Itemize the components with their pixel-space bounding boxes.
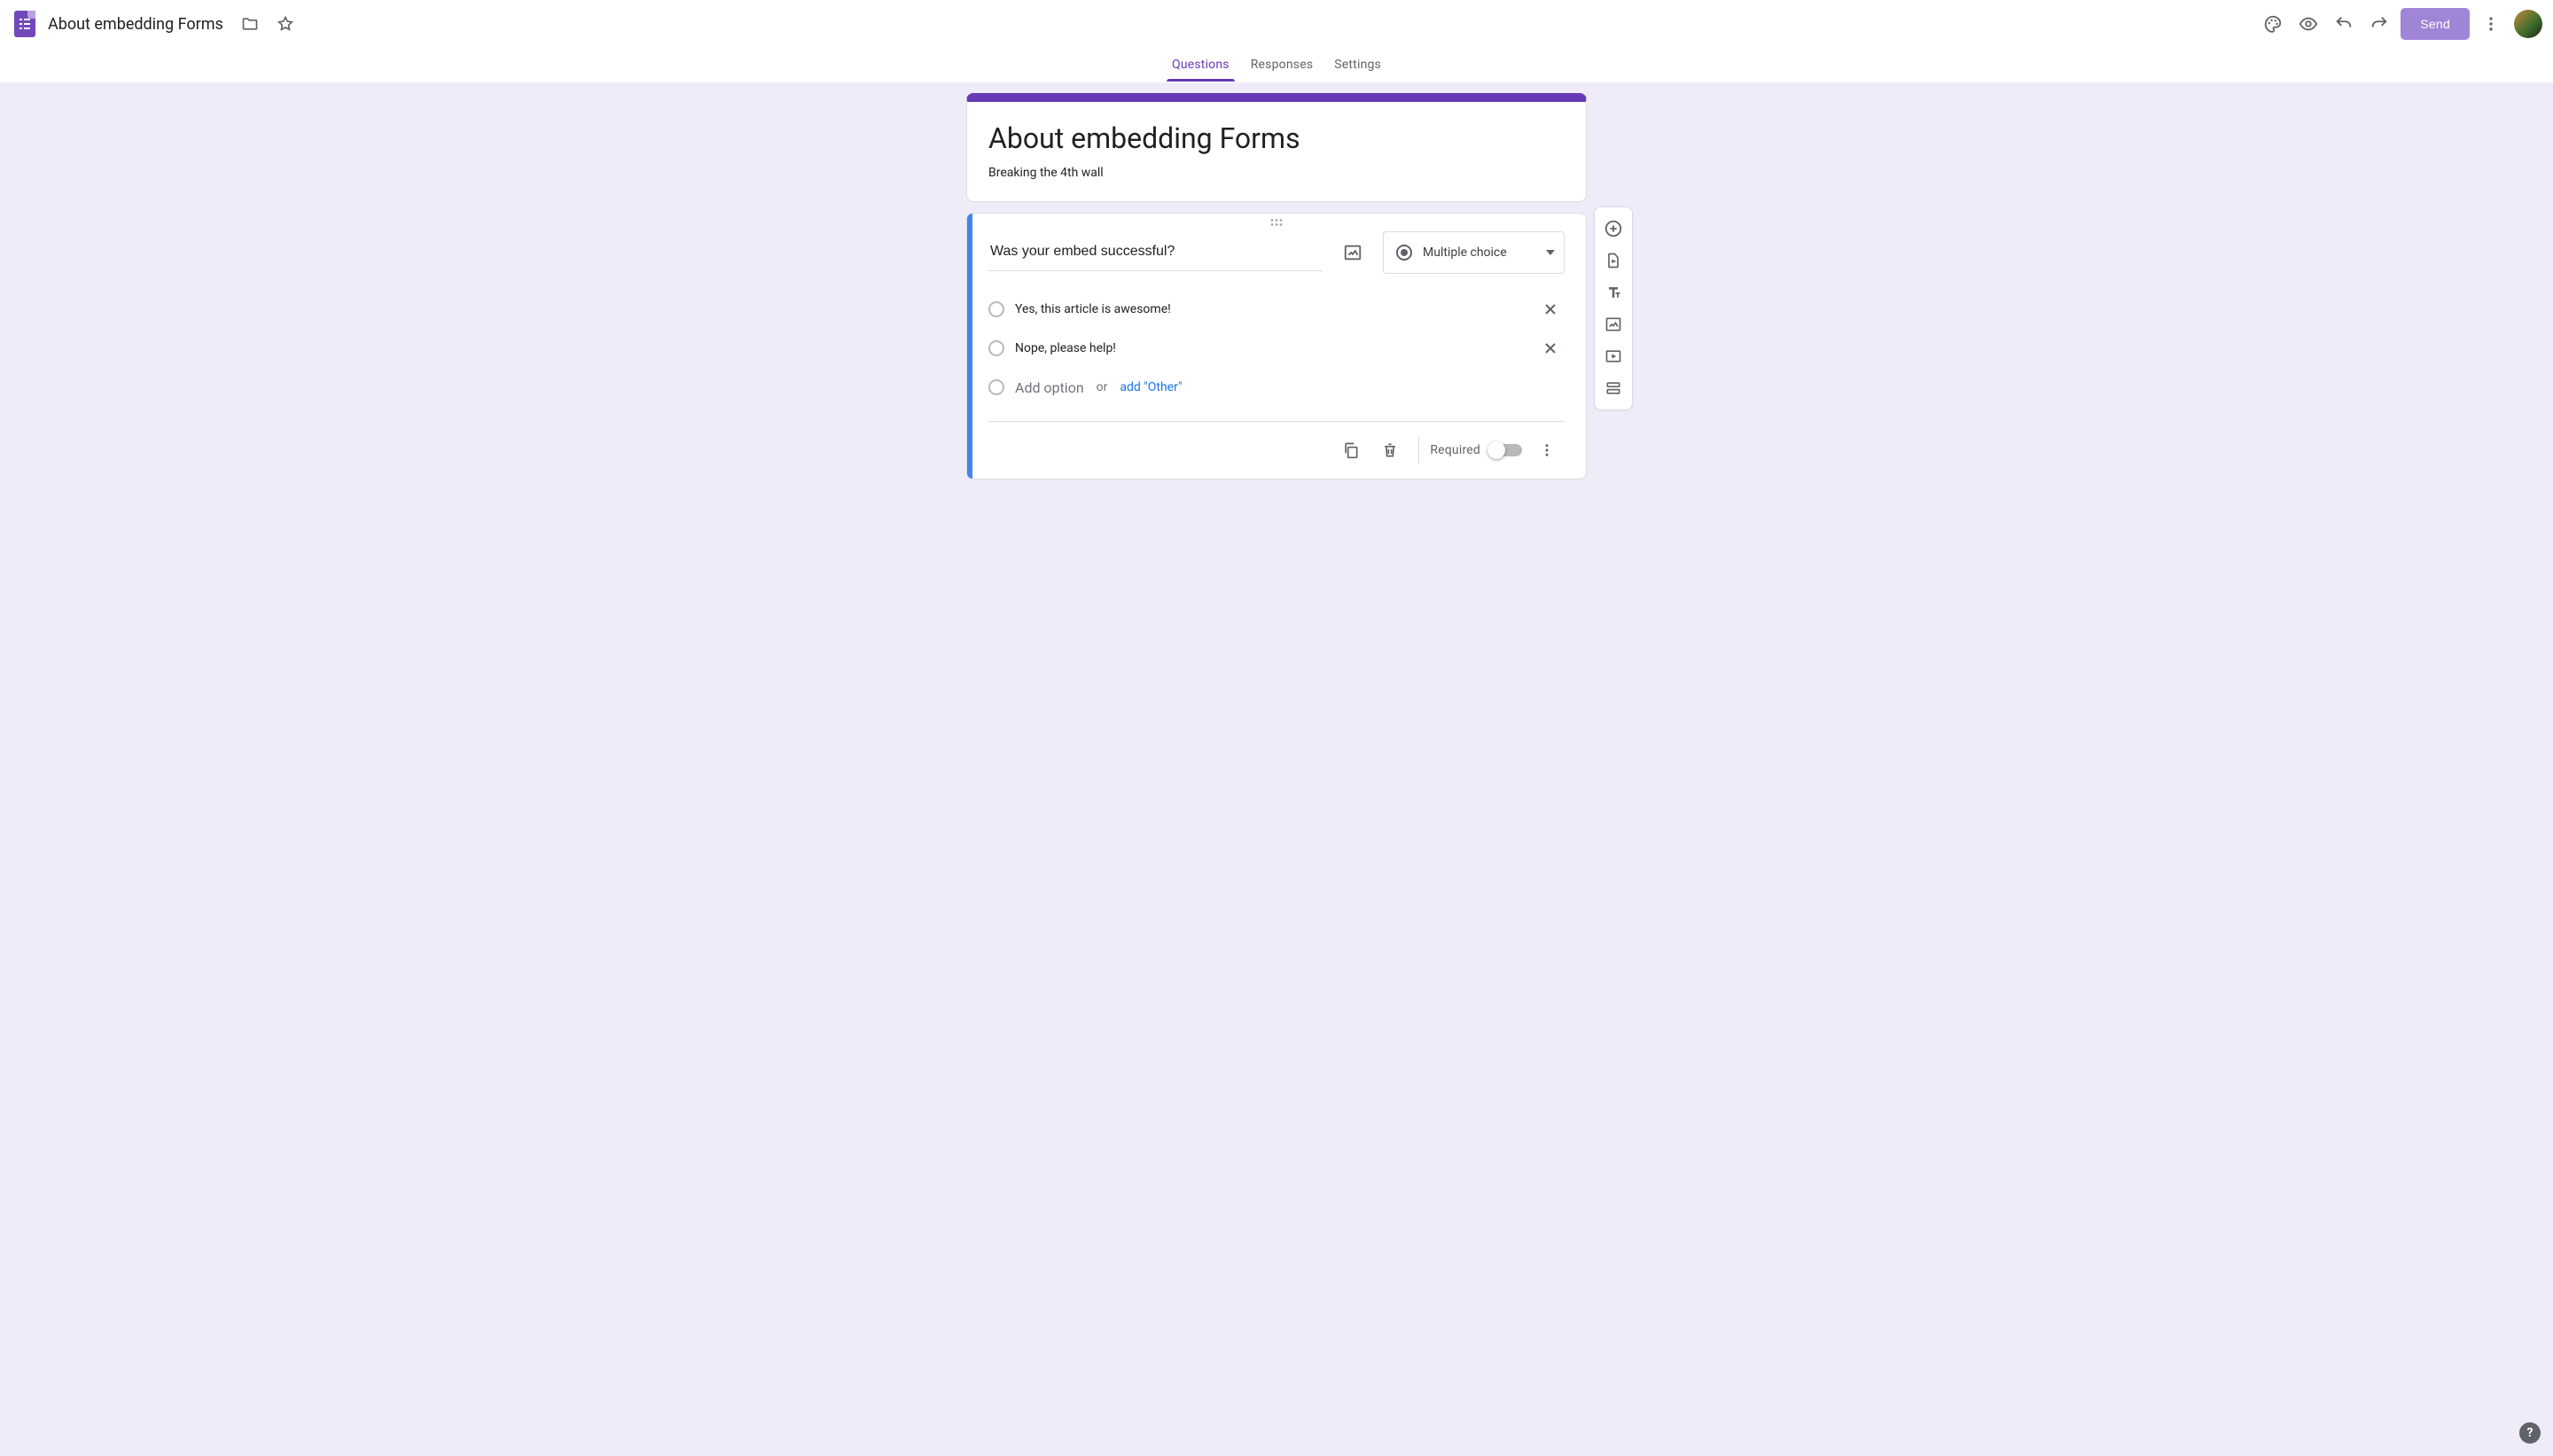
form-description[interactable]: Breaking the 4th wall (988, 166, 1565, 180)
import-questions-icon[interactable] (1597, 245, 1629, 276)
option-radio-icon (988, 340, 1004, 356)
delete-icon[interactable] (1372, 432, 1408, 468)
redo-icon[interactable] (2362, 6, 2397, 42)
option-radio-icon (988, 379, 1004, 395)
required-toggle[interactable] (1489, 444, 1522, 456)
add-image-icon[interactable] (1597, 308, 1629, 340)
add-option-placeholder[interactable]: Add option (1015, 379, 1084, 396)
question-type-select[interactable]: Multiple choice (1383, 231, 1565, 274)
add-image-to-question-icon[interactable] (1335, 235, 1370, 270)
tab-responses[interactable]: Responses (1240, 48, 1324, 82)
question-type-label: Multiple choice (1423, 245, 1535, 260)
workspace: About embedding Forms Breaking the 4th w… (0, 82, 2553, 1456)
option-label[interactable]: Nope, please help! (1015, 341, 1526, 355)
preview-icon[interactable] (2291, 6, 2326, 42)
multiple-choice-icon (1396, 245, 1412, 261)
remove-option-icon[interactable] (1536, 334, 1565, 362)
customize-theme-icon[interactable] (2255, 6, 2291, 42)
drag-handle-icon[interactable] (1271, 219, 1283, 226)
remove-option-icon[interactable] (1536, 295, 1565, 323)
main-tabs: Questions Responses Settings (0, 48, 2553, 82)
option-row: Yes, this article is awesome! (988, 290, 1565, 329)
account-avatar[interactable] (2514, 10, 2542, 38)
question-more-icon[interactable] (1529, 432, 1565, 468)
help-icon[interactable]: ? (2519, 1422, 2541, 1444)
undo-icon[interactable] (2326, 6, 2362, 42)
add-option-row: Add option or add "Other" (988, 368, 1565, 407)
send-button[interactable]: Send (2401, 8, 2470, 40)
required-label: Required (1430, 443, 1480, 457)
forms-logo-icon[interactable] (14, 11, 35, 37)
option-label[interactable]: Yes, this article is awesome! (1015, 302, 1526, 316)
add-section-icon[interactable] (1597, 372, 1629, 404)
app-bar: About embedding Forms Send (0, 0, 2553, 48)
tab-questions[interactable]: Questions (1161, 48, 1240, 82)
separator (1418, 436, 1419, 464)
option-radio-icon (988, 301, 1004, 317)
or-label: or (1097, 380, 1108, 394)
add-other-link[interactable]: add "Other" (1120, 380, 1182, 394)
doc-title[interactable]: About embedding Forms (48, 15, 223, 34)
question-footer: Required (988, 429, 1565, 471)
move-to-folder-icon[interactable] (232, 6, 268, 42)
add-question-icon[interactable] (1597, 213, 1629, 245)
add-title-icon[interactable] (1597, 276, 1629, 308)
form-title[interactable]: About embedding Forms (988, 121, 1565, 155)
question-card[interactable]: Multiple choice Yes, this article is awe… (966, 213, 1587, 479)
add-video-icon[interactable] (1597, 340, 1629, 372)
form-header-card[interactable]: About embedding Forms Breaking the 4th w… (966, 93, 1587, 202)
tab-settings[interactable]: Settings (1323, 48, 1392, 82)
option-row: Nope, please help! (988, 329, 1565, 368)
duplicate-icon[interactable] (1333, 432, 1369, 468)
more-menu-icon[interactable] (2473, 6, 2509, 42)
star-icon[interactable] (268, 6, 303, 42)
chevron-down-icon (1546, 250, 1555, 255)
side-toolbar (1594, 206, 1633, 410)
question-title-input[interactable] (988, 235, 1323, 271)
divider (988, 421, 1565, 422)
form-canvas: About embedding Forms Breaking the 4th w… (966, 93, 1587, 479)
